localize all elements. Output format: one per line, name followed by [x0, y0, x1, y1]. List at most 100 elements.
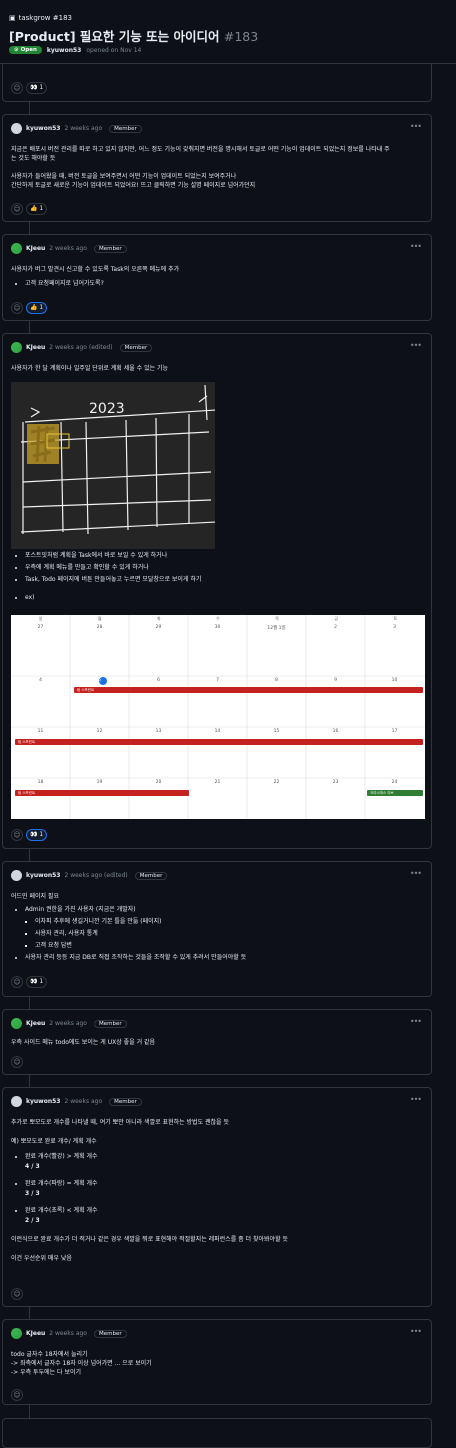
avatar[interactable]	[11, 342, 22, 353]
role-badge: Member	[93, 244, 127, 253]
comment-header: KJeeu 2 weeks ago Member	[11, 1328, 127, 1339]
comment-body: 추가로 뽀모도로 개수를 나타낼 때, 여기 뽀만 아니라 색깔로 표현하는 방…	[11, 1118, 423, 1263]
avatar[interactable]	[11, 870, 22, 881]
calendar-day: 10	[391, 678, 398, 683]
more-options-icon[interactable]: •••	[410, 341, 422, 350]
calendar-day: 23	[332, 780, 339, 785]
comment-body: 우측 사이드 메뉴 todo에도 보이는 게 UX상 좋을 거 같음	[11, 1039, 156, 1046]
issue-title: [Product] 필요한 기능 또는 아이디어 #183	[9, 29, 259, 44]
calendar-day: 18	[37, 780, 44, 785]
comment-author[interactable]: KJeeu	[26, 344, 45, 351]
comment-header: kyuwon53 2 weeks ago Member	[11, 123, 142, 134]
add-reaction-button[interactable]: ☺	[11, 82, 23, 94]
calendar-day: 5	[98, 678, 101, 683]
calendar-day: 28	[96, 625, 103, 630]
comment-time[interactable]: 2 weeks ago	[49, 1020, 87, 1027]
calendar-day: 16	[332, 729, 339, 734]
comment-author[interactable]: KJeeu	[26, 1330, 45, 1337]
comment-author[interactable]: kyuwon53	[26, 872, 60, 879]
comment-body: 어드민 페이지 필요 Admin 권한을 가진 사용자 (지금은 개발자) 이차…	[11, 892, 423, 964]
repo-breadcrumb[interactable]: ▣ taskgrow #183	[9, 14, 72, 22]
avatar[interactable]	[11, 243, 22, 254]
comment-time[interactable]: 2 weeks ago	[64, 125, 102, 132]
avatar[interactable]	[11, 1018, 22, 1029]
add-reaction-button[interactable]: ☺	[11, 1389, 23, 1401]
calendar-event: 팀 스프린트	[15, 739, 423, 745]
comment-time[interactable]: 2 weeks ago	[64, 1098, 102, 1105]
comment-body: 지금은 배포시 버전 관리를 따로 하고 있지 않지만, 어느 정도 기능이 갖…	[11, 146, 390, 189]
more-options-icon[interactable]: •••	[410, 1017, 422, 1026]
avatar[interactable]	[11, 123, 22, 134]
calendar-day: 14	[214, 729, 221, 734]
issue-author[interactable]: kyuwon53	[47, 47, 81, 54]
calendar-day: 20	[155, 780, 162, 785]
more-options-icon[interactable]: •••	[410, 1095, 422, 1104]
add-reaction-button[interactable]: ☺	[11, 976, 23, 988]
comment-author[interactable]: KJeeu	[26, 1020, 45, 1027]
role-badge: Member	[109, 1097, 142, 1106]
reaction-eyes[interactable]: 👀 1	[26, 976, 48, 988]
comment-body-list: 포스트잇처럼 계획을 Task에서 바로 보일 수 있게 하거나 우측에 계획 …	[11, 550, 423, 604]
comment-time[interactable]: 2 weeks ago (edited)	[64, 872, 127, 879]
issue-header: ▣ taskgrow #183 [Product] 필요한 기능 또는 아이디어…	[0, 0, 456, 64]
calendar-day: 24	[391, 780, 398, 785]
reaction-eyes[interactable]: 👀 1	[26, 829, 48, 841]
calendar-day: 27	[37, 625, 44, 630]
more-options-icon[interactable]: •••	[410, 122, 422, 131]
more-options-icon[interactable]: •••	[410, 1327, 422, 1336]
calendar-day: 13	[155, 729, 162, 734]
comment-card-partial: ☺ 👀 1	[2, 64, 432, 102]
comment-body: 사용자가 한 달 계획이나 일주일 단위로 계획 세울 수 있는 기능	[11, 365, 169, 372]
comment-body: 사용자가 버그 발견시 신고할 수 있도록 Task의 오른쪽 메뉴에 추가 고…	[11, 265, 423, 290]
comment-time[interactable]: 2 weeks ago (edited)	[49, 344, 112, 351]
comment-card-partial	[2, 1418, 432, 1448]
calendar-day: 29	[155, 625, 162, 630]
repo-icon: ▣	[9, 14, 16, 22]
comment-body: todo 글자수 18자에서 늘리기 -> 좌측에서 글자수 18자 이상 넘어…	[11, 1351, 152, 1376]
add-reaction-button[interactable]: ☺	[11, 829, 23, 841]
more-options-icon[interactable]: •••	[410, 242, 422, 251]
calendar-day: 19	[96, 780, 103, 785]
sketch-image: 2023	[11, 382, 217, 549]
comment-time[interactable]: 2 weeks ago	[49, 1330, 87, 1337]
comment-header: KJeeu 2 weeks ago (edited) Member	[11, 342, 153, 353]
role-badge: Member	[93, 1329, 127, 1338]
calendar-event: 팀 스프린트	[74, 687, 423, 693]
calendar-day: 3	[393, 625, 396, 630]
comment-card: kyuwon53 2 weeks ago Member ••• 지금은 배포시 …	[2, 114, 432, 222]
comment-header: KJeeu 2 weeks ago Member	[11, 243, 127, 254]
comment-card: KJeeu 2 weeks ago Member ••• 우측 사이드 메뉴 t…	[2, 1009, 432, 1075]
calendar-day: 9	[334, 678, 337, 683]
reaction-thumbsup[interactable]: 👍 1	[26, 302, 48, 314]
calendar-day: 8	[275, 678, 278, 683]
comment-card: KJeeu 2 weeks ago (edited) Member ••• 사용…	[2, 333, 432, 849]
add-reaction-button[interactable]: ☺	[11, 302, 23, 314]
comment-author[interactable]: KJeeu	[26, 245, 45, 252]
reaction-eyes[interactable]: 👀 1	[26, 82, 48, 94]
comment-author[interactable]: kyuwon53	[26, 1098, 60, 1105]
avatar[interactable]	[11, 1328, 22, 1339]
comment-header: KJeeu 2 weeks ago Member	[11, 1018, 127, 1029]
comment-card: KJeeu 2 weeks ago Member ••• todo 글자수 18…	[2, 1319, 432, 1405]
comment-time[interactable]: 2 weeks ago	[49, 245, 87, 252]
add-reaction-button[interactable]: ☺	[11, 1288, 23, 1300]
add-reaction-button[interactable]: ☺	[11, 1056, 23, 1068]
more-options-icon[interactable]: •••	[410, 869, 422, 878]
sketch-year: 2023	[89, 401, 125, 417]
calendar-day: 7	[216, 678, 219, 683]
calendar-day: 12	[96, 729, 103, 734]
comment-author[interactable]: kyuwon53	[26, 125, 60, 132]
calendar-day: 22	[273, 780, 280, 785]
role-badge: Member	[134, 871, 168, 880]
issue-opened-date: opened on Nov 14	[86, 46, 142, 54]
reaction-thumbsup[interactable]: 👍 1	[26, 203, 48, 215]
avatar[interactable]	[11, 1096, 22, 1107]
role-badge: Member	[119, 343, 153, 352]
issue-meta: ⊙ Open kyuwon53 opened on Nov 14	[9, 46, 141, 54]
comment-header: kyuwon53 2 weeks ago Member	[11, 1096, 142, 1107]
add-reaction-button[interactable]: ☺	[11, 203, 23, 215]
role-badge: Member	[93, 1019, 127, 1028]
calendar-day: 21	[214, 780, 221, 785]
calendar-day: 6	[157, 678, 160, 683]
calendar-day: 17	[391, 729, 398, 734]
